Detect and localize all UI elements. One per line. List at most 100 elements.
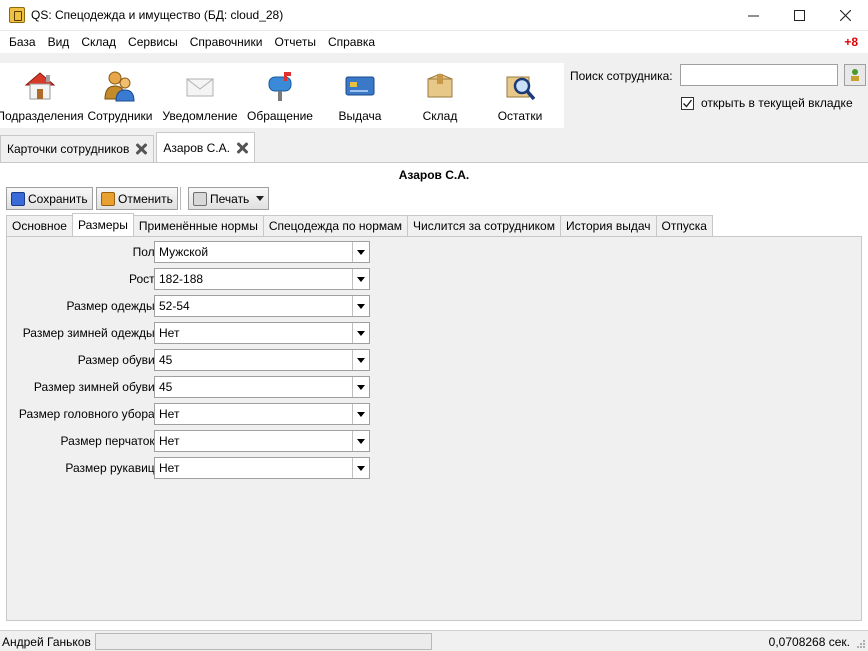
print-button[interactable]: Печать — [188, 187, 270, 210]
winter-shoe-size-select[interactable]: 45 — [154, 376, 370, 398]
search-go-button[interactable] — [844, 64, 866, 86]
clothing-size-select[interactable]: 52-54 — [154, 295, 370, 317]
chevron-down-icon[interactable] — [352, 323, 369, 343]
notification-badge[interactable]: +8 — [844, 35, 858, 49]
winter-clothing-size-select[interactable]: Нет — [154, 322, 370, 344]
open-in-current-tab-option[interactable]: открыть в текущей вкладке — [681, 96, 853, 110]
select-value: 182-188 — [159, 272, 204, 286]
chevron-down-icon[interactable] — [352, 350, 369, 370]
tab-label: Карточки сотрудников — [7, 142, 130, 156]
menu-servisy[interactable]: Сервисы — [122, 35, 184, 49]
window-title: QS: Спецодежда и имущество (БД: cloud_28… — [31, 8, 284, 22]
shoe-size-select[interactable]: 45 — [154, 349, 370, 371]
status-progress-bar — [95, 633, 432, 650]
card-icon — [345, 76, 375, 96]
toolbar-button-issue[interactable]: Выдача — [320, 63, 400, 128]
menu-spravka[interactable]: Справка — [322, 35, 381, 49]
checkmark-icon — [683, 99, 693, 108]
tab-label: Азаров С.А. — [163, 140, 230, 155]
chevron-down-icon[interactable] — [352, 377, 369, 397]
size-row-winter-shoes: Размер зимней обуви: 45 — [7, 376, 377, 398]
app-icon — [9, 7, 25, 23]
box-icon — [427, 73, 453, 98]
field-label: Размер головного убора: — [18, 407, 158, 421]
printer-icon — [193, 191, 207, 206]
select-value: Нет — [159, 461, 180, 475]
toolbar-label: Уведомление — [162, 109, 238, 123]
tab-clothing-by-norms[interactable]: Спецодежда по нормам — [262, 215, 409, 236]
height-select[interactable]: 182-188 — [154, 268, 370, 290]
mittens-size-select[interactable]: Нет — [154, 457, 370, 479]
chevron-down-icon[interactable] — [352, 269, 369, 289]
open-in-tab-checkbox[interactable] — [681, 96, 694, 110]
toolbar-button-notification[interactable]: Уведомление — [160, 63, 240, 128]
headwear-size-select[interactable]: Нет — [154, 403, 370, 425]
undo-icon — [101, 191, 115, 206]
employee-card-panel: Азаров С.А. Сохранить Отменить Печать Ос… — [0, 163, 868, 630]
tab-sizes[interactable]: Размеры — [71, 213, 134, 236]
size-row-shoes: Размер обуви: 45 — [7, 349, 377, 371]
tab-azarov[interactable]: Азаров С.А. — [156, 132, 255, 162]
close-button[interactable] — [822, 0, 868, 31]
menu-otchety[interactable]: Отчеты — [268, 35, 321, 49]
tab-assigned-to-employee[interactable]: Числится за сотрудником — [407, 215, 561, 236]
menu-bar: База Вид Склад Сервисы Справочники Отчет… — [0, 31, 868, 53]
toolbar-label: Обращение — [247, 109, 313, 123]
person-search-icon — [851, 69, 859, 81]
size-row-clothing: Размер одежды: 52-54 — [7, 295, 377, 317]
toolbar-label: Остатки — [497, 109, 543, 123]
print-label: Печать — [210, 191, 250, 206]
chevron-down-icon[interactable] — [352, 458, 369, 478]
toolbar-button-appeal[interactable]: Обращение — [240, 63, 320, 128]
toolbar-area: Подразделения Сотрудники Уведомление Обр… — [0, 53, 868, 130]
house-icon — [24, 72, 56, 100]
mailbox-icon — [268, 72, 292, 101]
close-tab-icon[interactable] — [135, 143, 147, 155]
field-label: Размер зимней обуви: — [33, 380, 158, 394]
toolbar-button-departments[interactable]: Подразделения — [0, 63, 84, 128]
envelope-icon — [186, 78, 214, 97]
toolbar-button-remains[interactable]: Остатки — [480, 63, 560, 128]
menu-sklad[interactable]: Склад — [75, 35, 122, 49]
maximize-button[interactable] — [776, 0, 822, 31]
toolbar-button-employees[interactable]: Сотрудники — [80, 63, 160, 128]
select-value: Нет — [159, 407, 180, 421]
query-time: 0,0708268 сек. — [768, 635, 850, 649]
select-value: Мужской — [159, 245, 209, 259]
employee-search-input[interactable] — [680, 64, 838, 86]
search-label: Поиск сотрудника: — [570, 69, 673, 83]
save-button[interactable]: Сохранить — [6, 187, 93, 210]
tab-main[interactable]: Основное — [6, 215, 73, 236]
menu-spravochniki[interactable]: Справочники — [184, 35, 269, 49]
toolbar-button-warehouse[interactable]: Склад — [400, 63, 480, 128]
menu-vid[interactable]: Вид — [42, 35, 76, 49]
size-row-winter-clothing: Размер зимней одежды: Нет — [7, 322, 377, 344]
save-label: Сохранить — [28, 191, 88, 206]
menu-baza[interactable]: База — [3, 35, 42, 49]
current-user: Андрей Ганьков — [2, 635, 91, 649]
status-bar: Андрей Ганьков 0,0708268 сек. — [0, 630, 868, 651]
chevron-down-icon[interactable] — [352, 431, 369, 451]
main-toolbar: Подразделения Сотрудники Уведомление Обр… — [0, 63, 564, 128]
chevron-down-icon[interactable] — [352, 404, 369, 424]
open-in-tab-label: открыть в текущей вкладке — [701, 96, 853, 110]
toolbar-separator — [180, 187, 181, 210]
tab-applied-norms[interactable]: Применённые нормы — [132, 215, 264, 236]
tab-vacations[interactable]: Отпуска — [655, 215, 713, 236]
size-row-gloves: Размер перчаток: Нет — [7, 430, 377, 452]
minimize-button[interactable] — [730, 0, 776, 31]
select-value: 45 — [159, 353, 173, 367]
cancel-button[interactable]: Отменить — [96, 187, 178, 210]
toolbar-label: Склад — [422, 109, 458, 123]
chevron-down-icon[interactable] — [352, 296, 369, 316]
size-row-mittens: Размер рукавиц: Нет — [7, 457, 377, 479]
magnifier-icon — [506, 76, 536, 101]
close-tab-icon[interactable] — [236, 142, 248, 154]
chevron-down-icon[interactable] — [352, 242, 369, 262]
resize-grip-icon[interactable] — [856, 639, 866, 649]
dropdown-arrow-icon — [256, 196, 265, 201]
gloves-size-select[interactable]: Нет — [154, 430, 370, 452]
tab-issue-history[interactable]: История выдач — [559, 215, 657, 236]
gender-select[interactable]: Мужской — [154, 241, 370, 263]
tab-employee-cards[interactable]: Карточки сотрудников — [0, 135, 155, 162]
